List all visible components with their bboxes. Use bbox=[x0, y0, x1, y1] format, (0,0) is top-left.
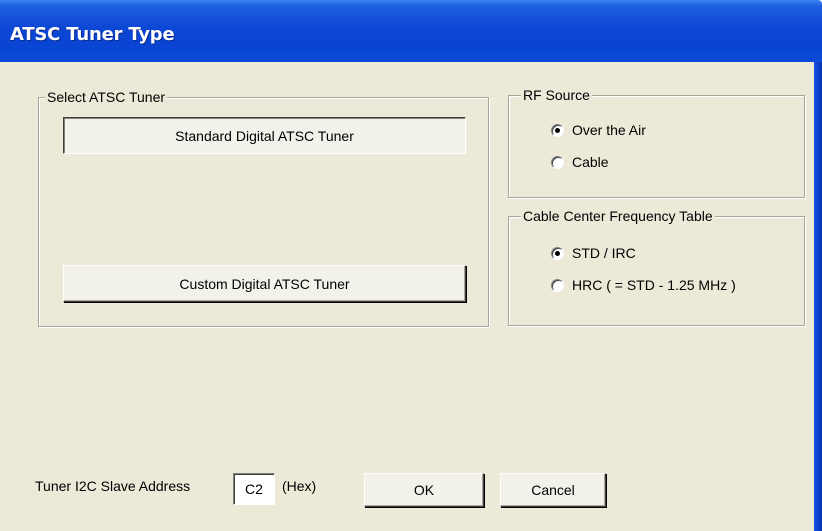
cable-table-group: Cable Center Frequency Table STD / IRC H… bbox=[508, 208, 805, 326]
radio-button-cable[interactable] bbox=[551, 155, 564, 169]
radio-over-the-air[interactable]: Over the Air bbox=[551, 122, 646, 138]
radio-hrc[interactable]: HRC ( = STD - 1.25 MHz ) bbox=[551, 277, 736, 293]
dialog-window: ATSC Tuner Type Select ATSC Tuner Standa… bbox=[0, 0, 822, 531]
slave-address-input[interactable]: C2 bbox=[233, 473, 275, 505]
radio-label-std-irc: STD / IRC bbox=[572, 245, 636, 261]
cable-table-legend: Cable Center Frequency Table bbox=[521, 208, 715, 224]
cancel-button[interactable]: Cancel bbox=[500, 473, 606, 507]
hex-label: (Hex) bbox=[282, 478, 317, 494]
select-tuner-legend: Select ATSC Tuner bbox=[45, 89, 168, 105]
radio-button-std-irc[interactable] bbox=[551, 246, 564, 260]
rf-source-group: RF Source Over the Air Cable bbox=[508, 87, 805, 198]
custom-tuner-button[interactable]: Custom Digital ATSC Tuner bbox=[63, 265, 466, 302]
window-frame-right bbox=[814, 62, 822, 531]
radio-cable[interactable]: Cable bbox=[551, 154, 609, 170]
ok-button[interactable]: OK bbox=[364, 473, 484, 507]
rf-source-legend: RF Source bbox=[521, 87, 592, 103]
radio-label-cable: Cable bbox=[572, 154, 609, 170]
radio-label-over-the-air: Over the Air bbox=[572, 122, 646, 138]
dialog-client-area: Select ATSC Tuner Standard Digital ATSC … bbox=[0, 62, 814, 531]
standard-tuner-button[interactable]: Standard Digital ATSC Tuner bbox=[63, 117, 466, 154]
radio-std-irc[interactable]: STD / IRC bbox=[551, 245, 636, 261]
title-bar[interactable]: ATSC Tuner Type bbox=[0, 0, 822, 62]
slave-address-label: Tuner I2C Slave Address bbox=[35, 478, 191, 494]
select-tuner-group: Select ATSC Tuner Standard Digital ATSC … bbox=[38, 89, 489, 327]
radio-button-hrc[interactable] bbox=[551, 278, 564, 292]
radio-label-hrc: HRC ( = STD - 1.25 MHz ) bbox=[572, 277, 736, 293]
window-title: ATSC Tuner Type bbox=[10, 24, 175, 45]
radio-button-over-the-air[interactable] bbox=[551, 123, 564, 137]
